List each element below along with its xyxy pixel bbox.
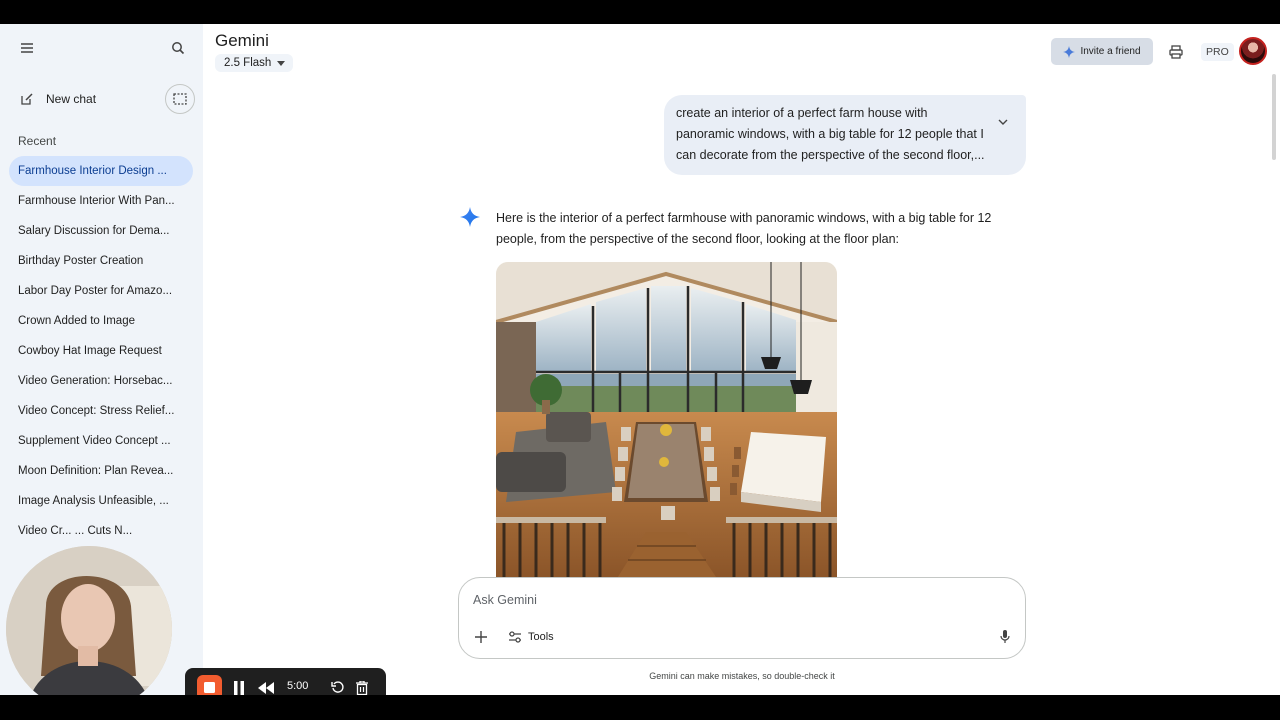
add-attachment-icon[interactable]: [471, 627, 491, 647]
menu-icon[interactable]: [15, 36, 39, 60]
avatar[interactable]: [1239, 37, 1267, 65]
tools-button[interactable]: Tools: [508, 627, 554, 647]
main-panel: Gemini 2.5 Flash Invite a friend PRO cre…: [203, 24, 1280, 695]
generated-farmhouse-image[interactable]: [496, 262, 837, 580]
farmhouse-illustration: [496, 262, 837, 580]
search-icon[interactable]: [166, 36, 190, 60]
app-window: New chat Recent Farmhouse Interior Desig…: [0, 24, 1280, 695]
tools-label: Tools: [528, 631, 554, 643]
chat-item[interactable]: Salary Discussion for Dema...: [9, 216, 193, 246]
disclaimer-text: Gemini can make mistakes, so double-chec…: [649, 671, 835, 681]
gemini-sparkle-icon: [460, 207, 480, 232]
recording-timer: 5:00: [287, 680, 309, 692]
invite-friend-button[interactable]: Invite a friend: [1051, 38, 1153, 65]
chat-item[interactable]: Image Analysis Unfeasible, ...: [9, 486, 193, 516]
print-icon[interactable]: [1165, 41, 1187, 63]
model-selector[interactable]: 2.5 Flash: [215, 54, 294, 72]
new-chat-label: New chat: [46, 92, 97, 106]
ask-gemini-input[interactable]: [473, 590, 973, 610]
chat-item[interactable]: Birthday Poster Creation: [9, 246, 193, 276]
chat-item[interactable]: Cowboy Hat Image Request: [9, 336, 193, 366]
dashed-square-icon: [173, 93, 187, 105]
chat-item[interactable]: Farmhouse Interior Design ...: [9, 156, 193, 186]
user-message: create an interior of a perfect farm hou…: [664, 95, 1026, 175]
chat-item[interactable]: Video Generation: Horsebac...: [9, 366, 193, 396]
user-message-text: create an interior of a perfect farm hou…: [676, 106, 985, 162]
chat-item[interactable]: Moon Definition: Plan Revea...: [9, 456, 193, 486]
microphone-icon[interactable]: [995, 627, 1015, 647]
caret-down-icon: [277, 60, 286, 66]
chat-item[interactable]: Farmhouse Interior With Pan...: [9, 186, 193, 216]
rewind-icon[interactable]: [255, 677, 277, 695]
screen-recorder-controls: 5:00: [185, 668, 386, 695]
chat-list: Farmhouse Interior Design ... Farmhouse …: [9, 156, 193, 546]
sparkle-icon: [1063, 45, 1076, 58]
restart-icon[interactable]: [327, 677, 349, 695]
recent-heading: Recent: [18, 134, 57, 148]
chat-item[interactable]: Video Cr... ... Cuts N...: [9, 516, 193, 546]
new-chat-button[interactable]: New chat: [14, 86, 164, 112]
chat-item[interactable]: Labor Day Poster for Amazo...: [9, 276, 193, 306]
chat-item[interactable]: Video Concept: Stress Relief...: [9, 396, 193, 426]
app-title: Gemini: [215, 31, 269, 50]
edit-icon: [21, 93, 33, 105]
pause-icon[interactable]: [228, 677, 250, 695]
gemini-reply-text: Here is the interior of a perfect farmho…: [496, 211, 992, 246]
trash-icon[interactable]: [351, 677, 373, 695]
expand-chevron-icon[interactable]: [998, 111, 1008, 132]
pro-badge: PRO: [1201, 43, 1234, 61]
model-label: 2.5 Flash: [224, 57, 272, 69]
invite-label: Invite a friend: [1080, 46, 1141, 57]
tools-sliders-icon: [509, 631, 521, 643]
prompt-composer: Tools: [458, 577, 1026, 659]
chat-item[interactable]: Crown Added to Image: [9, 306, 193, 336]
stop-recording-button[interactable]: [197, 675, 222, 695]
scrollbar[interactable]: [1272, 74, 1276, 160]
temporary-chat-button[interactable]: [165, 84, 195, 114]
chat-item[interactable]: Supplement Video Concept ...: [9, 426, 193, 456]
